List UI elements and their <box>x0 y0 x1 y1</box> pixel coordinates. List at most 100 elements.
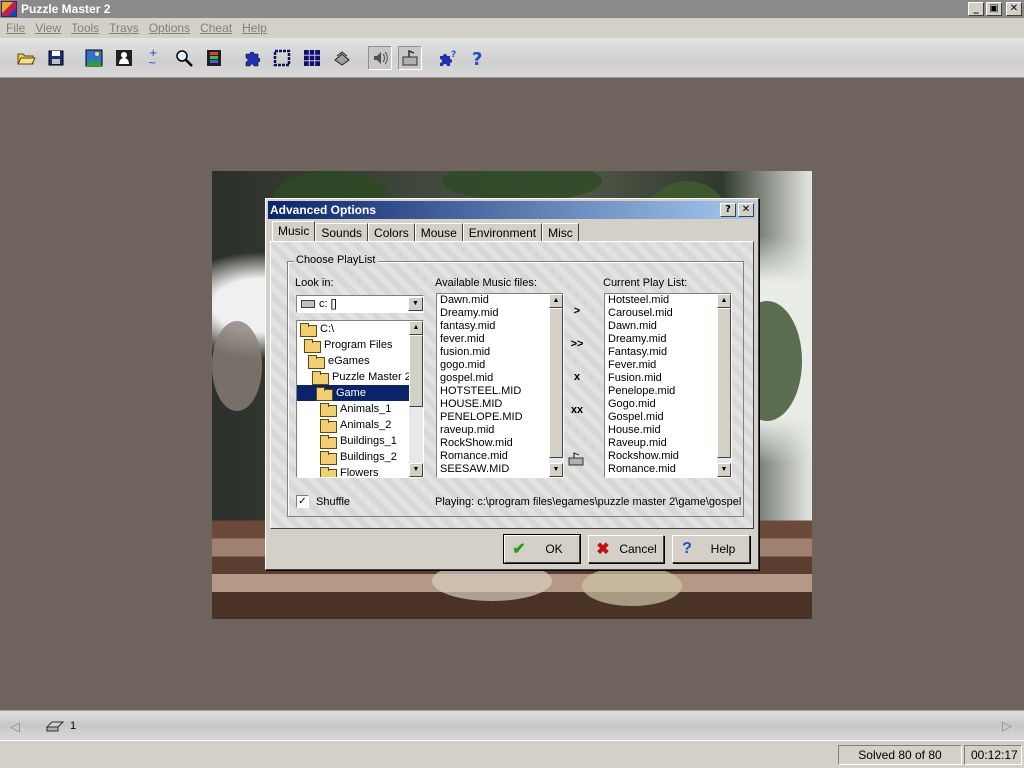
folder-item[interactable]: Puzzle Master 2 <box>297 369 423 385</box>
scroll-down-icon[interactable]: ▼ <box>717 463 731 477</box>
available-music-item[interactable]: fusion.mid <box>437 346 563 359</box>
playlist-item[interactable]: Carousel.mid <box>605 307 731 320</box>
chevron-down-icon[interactable]: ▼ <box>408 297 423 311</box>
available-music-item[interactable]: SEESAW.MID <box>437 463 563 476</box>
folder-item[interactable]: Animals_1 <box>297 401 423 417</box>
app-title-bar[interactable]: Puzzle Master 2 _ ▣ ✕ <box>0 0 1024 18</box>
playlist-item[interactable]: Fever.mid <box>605 359 731 372</box>
film-strip-icon[interactable] <box>202 46 226 70</box>
folder-item[interactable]: eGames <box>297 353 423 369</box>
current-playlist[interactable]: Hotsteel.mid Carousel.mid Dawn.mid Dreamy.m… <box>604 293 732 478</box>
folder-item[interactable]: Program Files <box>297 337 423 353</box>
ghost-image-icon[interactable] <box>112 46 136 70</box>
help-icon[interactable]: ? <box>466 46 490 70</box>
playlist-item[interactable]: Raveup.mid <box>605 437 731 450</box>
restore-button[interactable]: ▣ <box>986 2 1002 16</box>
playlist-item[interactable]: Gospel.mid <box>605 411 731 424</box>
available-music-item[interactable]: Dreamy.mid <box>437 307 563 320</box>
available-music-item[interactable]: Dawn.mid <box>437 294 563 307</box>
help-button[interactable]: ? Help <box>672 535 750 563</box>
available-music-item[interactable]: gospel.mid <box>437 372 563 385</box>
zoom-plus-minus-icon[interactable]: + ~ <box>142 46 166 70</box>
folder-scrollbar[interactable]: ▲ ▼ <box>409 321 423 477</box>
folder-tree[interactable]: C:\ Program Files eGames Puzzle Master 2 Gam… <box>296 320 424 478</box>
remove-one-button[interactable]: x <box>567 371 587 387</box>
dialog-title-bar[interactable]: Advanced Options ? ✕ <box>268 201 756 219</box>
available-scrollbar[interactable]: ▲ ▼ <box>549 294 563 477</box>
scatter-icon[interactable] <box>330 46 354 70</box>
menu-options[interactable]: Options <box>145 21 196 35</box>
playlist-item[interactable]: Hotsteel.mid <box>605 294 731 307</box>
tab-music[interactable]: Music <box>272 221 316 241</box>
available-music-item[interactable]: raveup.mid <box>437 424 563 437</box>
add-one-button[interactable]: > <box>567 305 587 321</box>
menu-help[interactable]: Help <box>238 21 273 35</box>
grid-icon[interactable] <box>300 46 324 70</box>
playlist-item[interactable]: Dreamy.mid <box>605 333 731 346</box>
shuffle-checkbox[interactable]: ✓ <box>296 495 309 508</box>
edge-pieces-icon[interactable] <box>270 46 294 70</box>
magnify-icon[interactable] <box>172 46 196 70</box>
scroll-up-icon[interactable]: ▲ <box>549 294 563 308</box>
dialog-close-button[interactable]: ✕ <box>738 203 754 217</box>
available-music-item[interactable]: fantasy.mid <box>437 320 563 333</box>
folder-item[interactable]: Buildings_1 <box>297 433 423 449</box>
menu-trays[interactable]: Trays <box>105 21 145 35</box>
available-music-item[interactable]: HOUSE.MID <box>437 398 563 411</box>
tray-left-arrow-icon[interactable]: ◁ <box>10 719 22 734</box>
playlist-scrollbar[interactable]: ▲ ▼ <box>717 294 731 477</box>
menu-cheat[interactable]: Cheat <box>196 21 238 35</box>
playlist-item[interactable]: Rockshow.mid <box>605 450 731 463</box>
save-icon[interactable] <box>44 46 68 70</box>
playlist-item[interactable]: Romance.mid <box>605 463 731 476</box>
app-icon[interactable] <box>1 1 17 17</box>
tab-colors[interactable]: Colors <box>368 223 415 241</box>
open-folder-icon[interactable] <box>14 46 38 70</box>
minimize-button[interactable]: _ <box>968 2 984 16</box>
tab-misc[interactable]: Misc <box>542 223 579 241</box>
folder-item[interactable]: C:\ <box>297 321 423 337</box>
sound-icon[interactable] <box>368 45 392 70</box>
playlist-item[interactable]: Fusion.mid <box>605 372 731 385</box>
tray-right-arrow-icon[interactable]: ▷ <box>1002 718 1012 734</box>
puzzle-help-icon[interactable]: ? <box>436 46 460 70</box>
available-music-list[interactable]: Dawn.mid Dreamy.mid fantasy.mid fever.mid fu… <box>436 293 564 478</box>
dialog-help-button[interactable]: ? <box>720 203 736 217</box>
scroll-down-icon[interactable]: ▼ <box>549 463 563 477</box>
available-music-item[interactable]: RockShow.mid <box>437 437 563 450</box>
picture-icon[interactable] <box>82 46 106 70</box>
scroll-up-icon[interactable]: ▲ <box>717 294 731 308</box>
playlist-item[interactable]: Gogo.mid <box>605 398 731 411</box>
available-music-item[interactable]: gogo.mid <box>437 359 563 372</box>
scroll-thumb[interactable] <box>409 335 423 407</box>
menu-file[interactable]: File <box>2 21 31 35</box>
ok-button[interactable]: ✔ OK <box>503 534 581 564</box>
drive-select[interactable]: c: [] ▼ <box>296 295 424 313</box>
available-music-item[interactable]: Romance.mid <box>437 450 563 463</box>
tab-mouse[interactable]: Mouse <box>414 223 463 241</box>
add-all-button[interactable]: >> <box>567 338 587 354</box>
remove-all-button[interactable]: xx <box>567 404 587 420</box>
playlist-item[interactable]: Dawn.mid <box>605 320 731 333</box>
playlist-item[interactable]: Penelope.mid <box>605 385 731 398</box>
scroll-down-icon[interactable]: ▼ <box>409 463 423 477</box>
cancel-button[interactable]: ✖ Cancel <box>588 535 664 563</box>
music-icon[interactable] <box>398 45 422 70</box>
play-music-icon[interactable] <box>567 452 587 468</box>
folder-item[interactable]: Animals_2 <box>297 417 423 433</box>
puzzle-piece-icon[interactable] <box>240 46 264 70</box>
menu-tools[interactable]: Tools <box>67 21 105 35</box>
playlist-item[interactable]: House.mid <box>605 424 731 437</box>
playlist-item[interactable]: Fantasy.mid <box>605 346 731 359</box>
folder-item[interactable]: Flowers <box>297 465 423 477</box>
tab-environment[interactable]: Environment <box>462 223 543 241</box>
close-button[interactable]: ✕ <box>1006 2 1022 16</box>
scroll-thumb[interactable] <box>717 308 731 458</box>
folder-item[interactable]: Buildings_2 <box>297 449 423 465</box>
folder-item[interactable]: Game <box>297 385 423 401</box>
available-music-item[interactable]: PENELOPE.MID <box>437 411 563 424</box>
available-music-item[interactable]: fever.mid <box>437 333 563 346</box>
tab-sounds[interactable]: Sounds <box>315 223 369 241</box>
tray-icon[interactable] <box>46 720 64 732</box>
scroll-thumb[interactable] <box>549 308 563 458</box>
